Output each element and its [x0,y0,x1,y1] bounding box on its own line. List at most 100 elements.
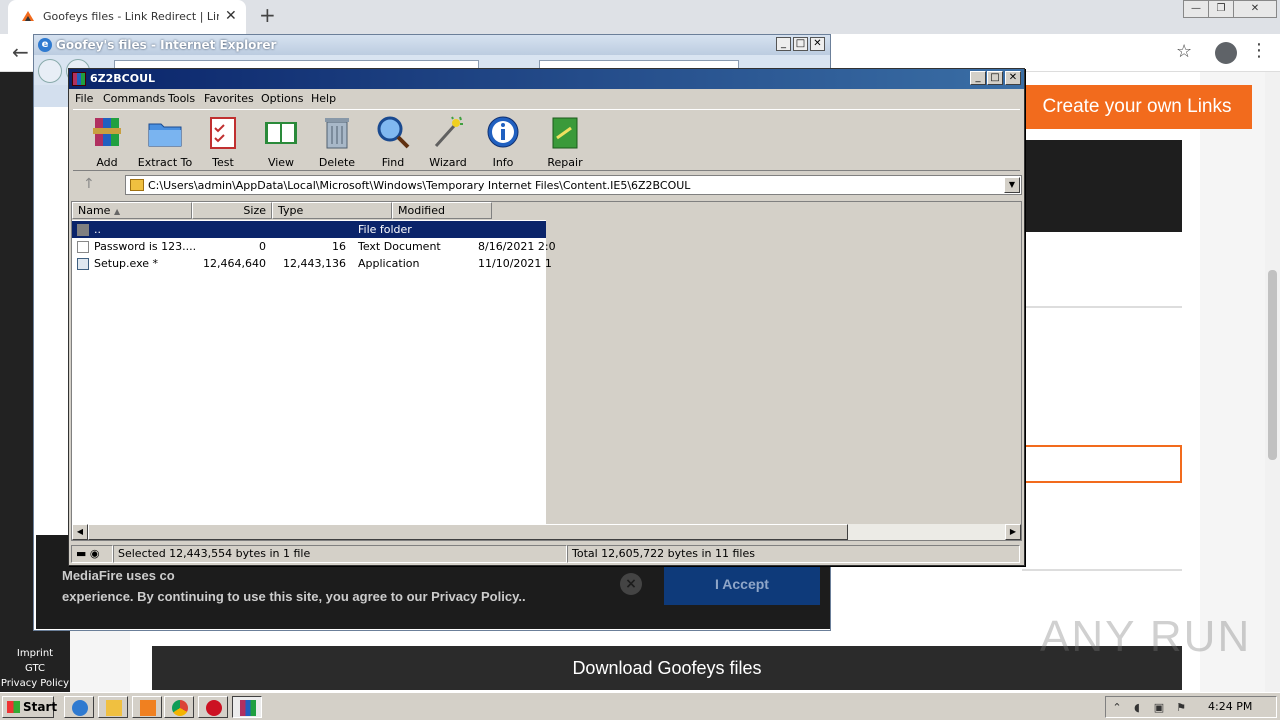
winrar-taskbar-icon [240,700,256,716]
menu-favorites[interactable]: Favorites [204,92,254,105]
up-folder-icon[interactable]: ↑ [83,176,95,192]
column-header-modified[interactable]: Modified [392,202,492,219]
new-tab-button[interactable]: + [259,3,276,27]
status-total: Total 12,605,722 bytes in 11 files [567,545,1020,563]
profile-avatar-icon[interactable] [1215,42,1237,64]
scroll-thumb[interactable] [88,524,848,540]
minimize-button[interactable]: — [1183,0,1209,18]
promo-image [1022,140,1182,232]
divider [1022,306,1182,308]
privacy-policy-link[interactable]: Privacy Policy [0,676,70,691]
menu-kebab-icon[interactable]: ⋮ [1250,40,1268,61]
winrar-window: 6Z2BCOUL _ □ ✕ File Commands Tools Favor… [68,68,1025,566]
accept-cookies-button[interactable]: I Accept [664,563,820,605]
folder-icon [130,179,144,191]
back-arrow-icon[interactable]: ← [12,40,29,64]
ie-back-icon[interactable] [38,59,62,83]
wizard-button[interactable]: Wizard [420,114,476,170]
gtc-link[interactable]: GTC [0,661,70,676]
file-size: 0 [259,240,266,253]
test-label: Test [212,156,234,169]
column-header-type[interactable]: Type [272,202,392,219]
scrollbar-thumb[interactable] [1268,270,1277,460]
magnifier-icon [377,116,410,149]
menu-file[interactable]: File [75,92,93,105]
volume-icon[interactable]: ◖ [1130,701,1144,714]
tray-expand-icon[interactable]: ⌃ [1110,701,1124,714]
action-center-flag-icon[interactable]: ⚑ [1174,701,1188,714]
winrar-logo-icon [72,72,86,86]
taskbar-ie[interactable] [64,696,94,718]
anyrun-watermark: ANY RUN [1040,612,1252,661]
view-button[interactable]: View [253,114,309,170]
winrar-toolbar: Add Extract To Test View Delete Find Wiz… [73,109,1020,171]
info-button[interactable]: Info [475,114,531,170]
opera-taskbar-icon [206,700,222,716]
winrar-window-title: 6Z2BCOUL [90,72,156,85]
extract-to-label: Extract To [137,156,193,169]
sidebar-footer: Imprint GTC Privacy Policy [0,646,70,691]
taskbar: Start ⌃ ◖ ▣ ⚑ 4:24 PM [0,692,1280,720]
menu-tools[interactable]: Tools [168,92,195,105]
ie-maximize-button[interactable]: □ [793,37,808,51]
ie-window-title: Goofey's files - Internet Explorer [56,38,277,52]
horizontal-scrollbar[interactable]: ◀ ▶ [72,524,1021,540]
menu-help[interactable]: Help [311,92,336,105]
list-item-password-file[interactable]: Password is 123.... 0 16 Text Document 8… [72,238,556,255]
find-button[interactable]: Find [365,114,421,170]
ie-logo-icon: e [38,38,52,52]
create-links-button[interactable]: Create your own Links [1022,85,1252,129]
file-name: Password is 123.... [94,240,197,253]
extract-to-button[interactable]: Extract To [137,114,193,170]
path-combobox[interactable]: C:\Users\admin\AppData\Local\Microsoft\W… [125,175,1022,195]
chrome-tab-strip: Goofeys files - Link Redirect | Linkvert… [0,0,1280,34]
menu-commands[interactable]: Commands [103,92,165,105]
chrome-tab[interactable]: Goofeys files - Link Redirect | Linkvert… [8,0,246,34]
chrome-taskbar-icon [172,700,188,716]
file-modified: 11/10/2021 1 [478,257,552,270]
start-button[interactable]: Start [2,696,57,718]
taskbar-explorer[interactable] [98,696,128,718]
winrar-maximize-button[interactable]: □ [987,71,1003,85]
winrar-minimize-button[interactable]: _ [970,71,986,85]
taskbar-winrar[interactable] [232,696,262,718]
ie-minimize-button[interactable]: _ [776,37,791,51]
test-button[interactable]: Test [195,114,251,170]
file-name: Setup.exe * [94,257,159,270]
download-title-bar[interactable]: Download Goofeys files [152,646,1182,690]
action-box[interactable] [1022,445,1182,483]
file-modified: 8/16/2021 2:0 [478,240,556,253]
repair-button[interactable]: Repair [537,114,593,170]
column-header-size[interactable]: Size [192,202,272,219]
scroll-left-arrow-icon[interactable]: ◀ [72,524,88,540]
maximize-button[interactable]: ❐ [1208,0,1234,18]
path-dropdown-arrow-icon[interactable]: ▼ [1004,177,1020,193]
bookmark-star-icon[interactable]: ☆ [1176,41,1192,62]
scroll-right-arrow-icon[interactable]: ▶ [1005,524,1021,540]
delete-button[interactable]: Delete [309,114,365,170]
tab-close-icon[interactable]: ✕ [225,8,237,24]
status-selected: Selected 12,443,554 bytes in 1 file [113,545,567,563]
cookie-close-icon[interactable]: × [620,573,642,595]
winrar-close-button[interactable]: ✕ [1005,71,1021,85]
list-item-parent[interactable]: .. File folder [72,221,546,238]
add-label: Add [96,156,118,169]
clock[interactable]: 4:24 PM [1208,700,1252,713]
imprint-link[interactable]: Imprint [0,646,70,661]
winrar-status-bar: ▬ ◉ Selected 12,443,554 bytes in 1 file … [71,545,1022,563]
text-document-icon [77,241,89,253]
network-icon[interactable]: ▣ [1152,701,1166,714]
close-window-button[interactable]: ✕ [1233,0,1277,18]
ie-close-button[interactable]: ✕ [810,37,825,51]
taskbar-opera[interactable] [198,696,228,718]
menu-options[interactable]: Options [261,92,303,105]
list-header: Name ▲ Size Type Modified [72,202,1021,219]
list-item-setup-exe[interactable]: Setup.exe * 12,464,640 12,443,136 Applic… [72,255,552,272]
find-label: Find [381,156,405,169]
winrar-title-bar: 6Z2BCOUL _ □ ✕ [69,69,1024,89]
page-scrollbar[interactable] [1265,72,1280,692]
taskbar-chrome[interactable] [164,696,194,718]
add-button[interactable]: Add [79,114,135,170]
taskbar-media[interactable] [132,696,162,718]
column-header-name[interactable]: Name ▲ [72,202,192,219]
